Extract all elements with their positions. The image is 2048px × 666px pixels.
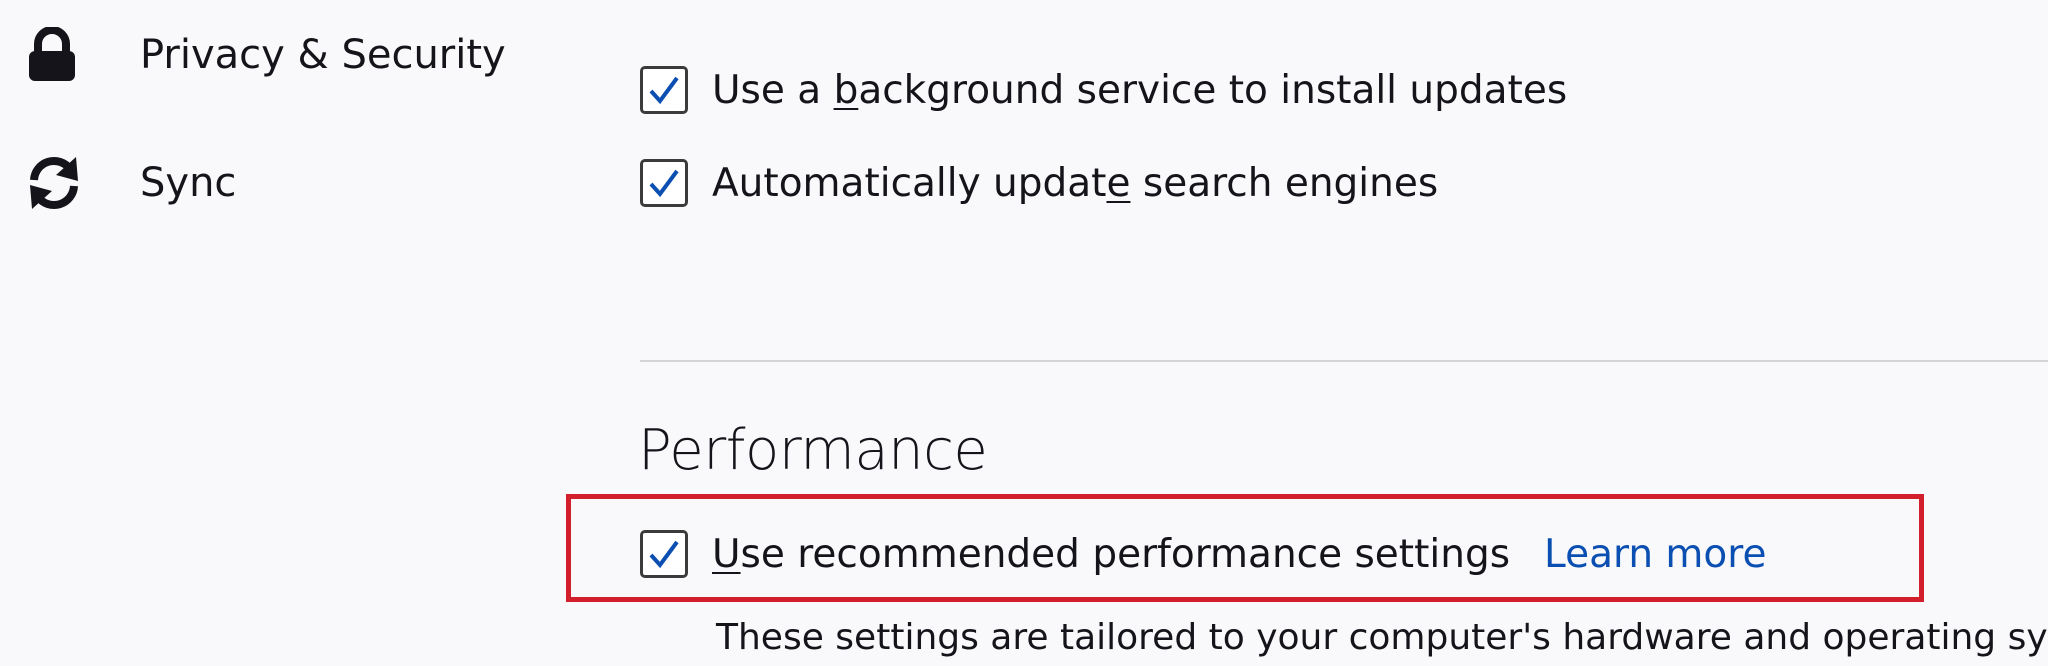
recommended-performance-label: Use recommended performance settings [712, 531, 1511, 577]
background-service-option[interactable]: Use a background service to install upda… [640, 66, 1567, 114]
sync-icon [24, 152, 86, 214]
search-engines-option[interactable]: Automatically update search engines [640, 159, 1438, 207]
settings-page: Privacy & Security Sync Use a background… [0, 0, 2048, 666]
background-service-checkbox[interactable] [640, 66, 688, 114]
lock-icon [24, 24, 86, 86]
search-engines-checkbox[interactable] [640, 159, 688, 207]
check-icon [649, 76, 679, 105]
performance-heading: Performance [638, 418, 988, 483]
sidebar-item-label: Sync [140, 160, 237, 206]
recommended-performance-option[interactable]: Use recommended performance settings Lea… [640, 530, 1766, 578]
search-engines-label: Automatically update search engines [712, 160, 1439, 206]
performance-description: These settings are tailored to your comp… [716, 617, 2048, 658]
check-icon [649, 169, 679, 198]
section-divider [640, 360, 2048, 362]
learn-more-link[interactable]: Learn more [1544, 532, 1766, 577]
sidebar-item-sync[interactable]: Sync [24, 152, 236, 214]
background-service-label: Use a background service to install upda… [712, 67, 1568, 113]
sidebar-item-label: Privacy & Security [140, 32, 506, 78]
sidebar-item-privacy-security[interactable]: Privacy & Security [24, 24, 506, 86]
check-icon [649, 540, 679, 569]
recommended-performance-checkbox[interactable] [640, 530, 688, 578]
